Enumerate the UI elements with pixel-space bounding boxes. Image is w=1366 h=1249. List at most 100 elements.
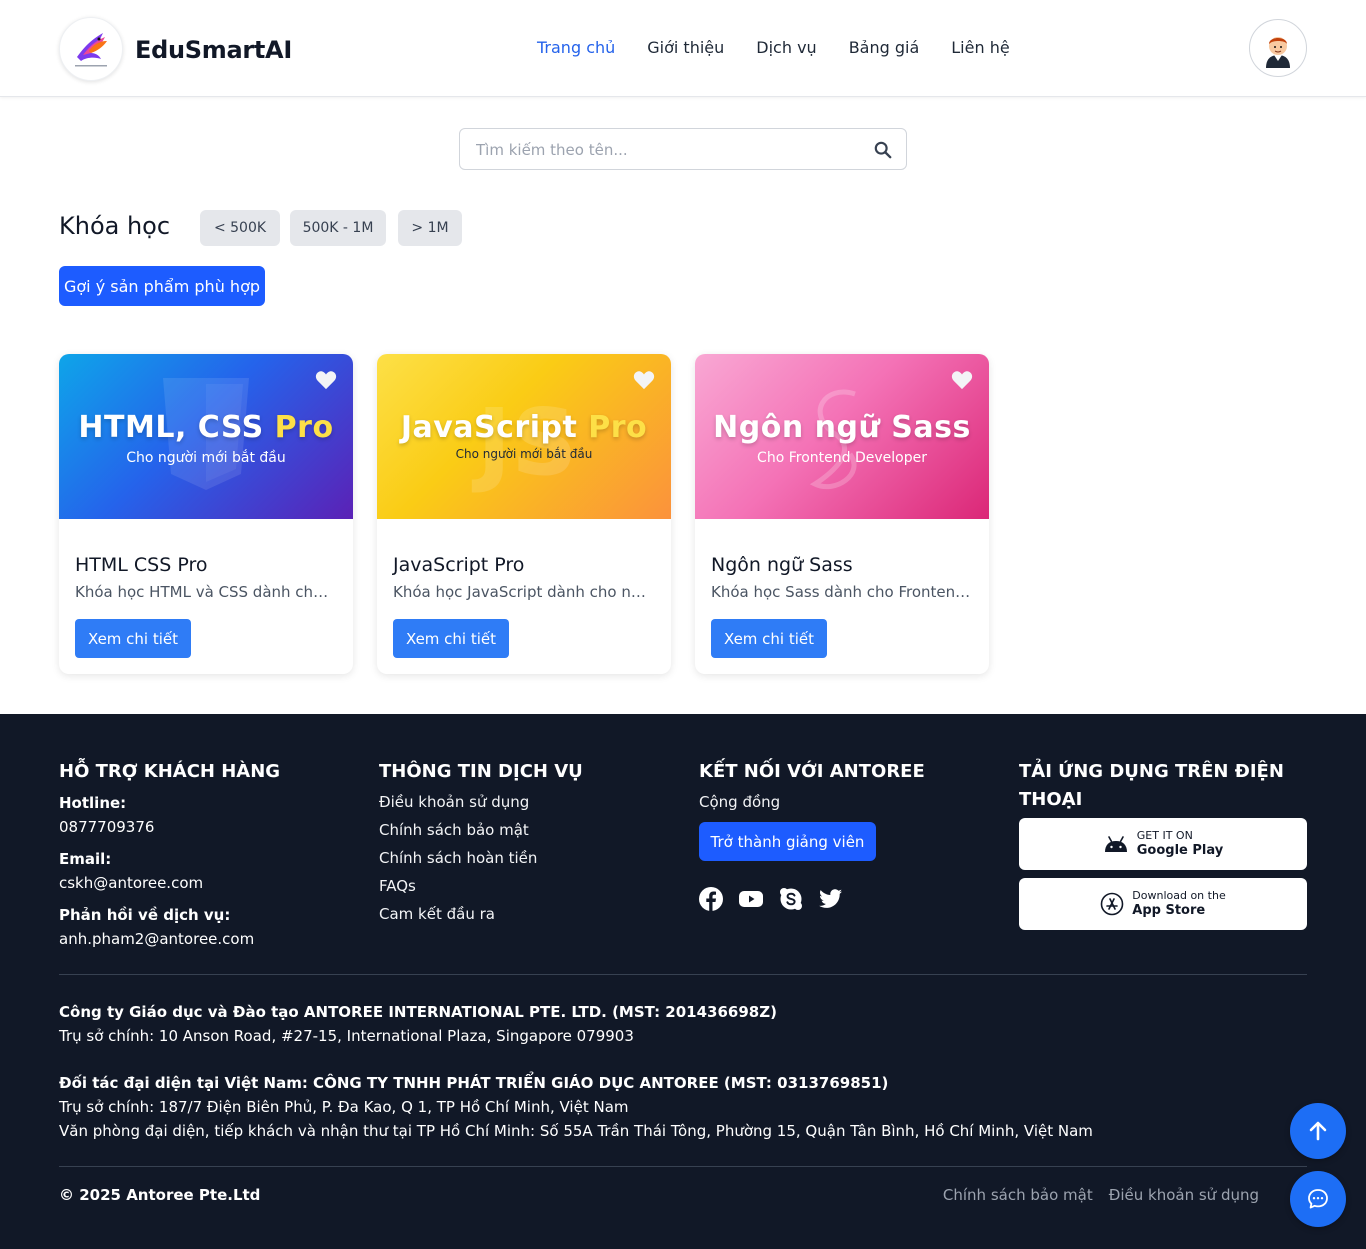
footer-connect: KẾT NỐI VỚI ANTOREE Cộng đồng Trở thành … bbox=[699, 758, 999, 911]
banner-title-text: JavaScript Pro bbox=[400, 410, 648, 445]
app-store-small: Download on the bbox=[1132, 889, 1226, 902]
feedback-label: Phản hồi về dịch vụ: bbox=[59, 906, 231, 924]
link-community[interactable]: Cộng đồng bbox=[699, 788, 999, 816]
view-details-button[interactable]: Xem chi tiết bbox=[75, 619, 191, 658]
banner-title-text: HTML, CSS Pro bbox=[78, 410, 334, 445]
link-faqs[interactable]: FAQs bbox=[379, 872, 679, 900]
view-details-button[interactable]: Xem chi tiết bbox=[393, 619, 509, 658]
search-input[interactable] bbox=[476, 139, 856, 161]
banner-title: Ngôn ngữ Sass bbox=[695, 410, 989, 445]
footer-connect-heading: KẾT NỐI VỚI ANTOREE bbox=[699, 761, 925, 782]
banner-title-text: Ngôn ngữ Sass bbox=[713, 410, 971, 445]
course-description: Khóa học HTML và CSS dành cho người mới … bbox=[75, 583, 337, 601]
banner-subtitle: Cho người mới bắt đầu bbox=[126, 450, 286, 466]
footer-service-heading: THÔNG TIN DỊCH VỤ bbox=[379, 761, 583, 782]
banner-title: JavaScript Pro bbox=[377, 410, 671, 445]
hotline-label: Hotline: bbox=[59, 794, 127, 812]
logo[interactable] bbox=[59, 17, 123, 81]
footer-bottom-links: Chính sách bảo mật Điều khoản sử dụng bbox=[943, 1186, 1259, 1204]
heart-icon[interactable] bbox=[951, 370, 973, 390]
google-play-button[interactable]: GET IT ON Google Play bbox=[1019, 818, 1307, 870]
course-title[interactable]: HTML CSS Pro bbox=[75, 554, 207, 576]
site-footer: HỖ TRỢ KHÁCH HÀNG Hotline: 0877709376 Em… bbox=[0, 714, 1366, 1249]
filter-500k-1m[interactable]: 500K - 1M bbox=[290, 210, 386, 246]
banner-subtitle: Cho người mới bắt đầu bbox=[455, 447, 593, 461]
chat-button[interactable] bbox=[1290, 1171, 1346, 1227]
search-icon[interactable] bbox=[874, 141, 892, 159]
course-title[interactable]: Ngôn ngữ Sass bbox=[711, 554, 853, 576]
link-refund[interactable]: Chính sách hoàn tiền bbox=[379, 844, 679, 872]
footer-apps-heading: TẢI ỨNG DỤNG TRÊN ĐIỆN THOẠI bbox=[1019, 761, 1284, 810]
arrow-up-icon bbox=[1309, 1121, 1327, 1141]
search-box bbox=[459, 128, 907, 170]
google-play-label: Google Play bbox=[1136, 843, 1224, 858]
footer-support: HỖ TRỢ KHÁCH HÀNG Hotline: 0877709376 Em… bbox=[59, 758, 359, 948]
banner-title-pro: Pro bbox=[274, 410, 334, 445]
nav-about[interactable]: Giới thiệu bbox=[647, 38, 724, 57]
filter-under-500k[interactable]: < 500K bbox=[200, 210, 280, 246]
bird-logo-icon bbox=[75, 33, 107, 67]
nav-pricing[interactable]: Bảng giá bbox=[849, 38, 920, 57]
footer-divider bbox=[59, 1166, 1307, 1167]
company-name: Công ty Giáo dục và Đào tạo ANTOREE INTE… bbox=[59, 1003, 777, 1021]
twitter-icon[interactable] bbox=[819, 887, 843, 911]
heart-icon[interactable] bbox=[315, 370, 337, 390]
main-nav: Trang chủ Giới thiệu Dịch vụ Bảng giá Li… bbox=[537, 38, 1042, 57]
course-description: Khóa học Sass dành cho Frontend Develope… bbox=[711, 583, 973, 601]
email-value[interactable]: cskh@antoree.com bbox=[59, 874, 359, 892]
company-info: Công ty Giáo dục và Đào tạo ANTOREE INTE… bbox=[59, 1000, 1093, 1143]
footer-apps: TẢI ỨNG DỤNG TRÊN ĐIỆN THOẠI GET IT ON G… bbox=[1019, 758, 1307, 930]
company-address: Trụ sở chính: 10 Anson Road, #27-15, Int… bbox=[59, 1027, 634, 1045]
link-commitment[interactable]: Cam kết đầu ra bbox=[379, 900, 679, 928]
vn-partner: Đối tác đại diện tại Việt Nam: CÔNG TY T… bbox=[59, 1074, 889, 1092]
courses-heading: Khóa học bbox=[59, 212, 171, 240]
filter-over-1m[interactable]: > 1M bbox=[398, 210, 462, 246]
link-privacy[interactable]: Chính sách bảo mật bbox=[379, 816, 679, 844]
heart-icon[interactable] bbox=[633, 370, 655, 390]
social-links bbox=[699, 887, 999, 911]
hotline-value[interactable]: 0877709376 bbox=[59, 818, 359, 836]
bottom-link-terms[interactable]: Điều khoản sử dụng bbox=[1109, 1186, 1259, 1204]
android-icon bbox=[1104, 836, 1127, 852]
vn-office: Văn phòng đại diện, tiếp khách và nhận t… bbox=[59, 1122, 1093, 1140]
site-header: EduSmartAI Trang chủ Giới thiệu Dịch vụ … bbox=[0, 0, 1366, 97]
vn-address: Trụ sở chính: 187/7 Điện Biên Phủ, P. Đa… bbox=[59, 1098, 629, 1116]
youtube-icon[interactable] bbox=[739, 887, 763, 911]
course-banner[interactable]: Ngôn ngữ Sass Cho Frontend Developer bbox=[695, 354, 989, 519]
nav-services[interactable]: Dịch vụ bbox=[756, 38, 816, 57]
course-card: HTML, CSS Pro Cho người mới bắt đầu HTML… bbox=[59, 354, 353, 674]
scroll-top-button[interactable] bbox=[1290, 1103, 1346, 1159]
view-details-button[interactable]: Xem chi tiết bbox=[711, 619, 827, 658]
course-banner[interactable]: JS JavaScript Pro Cho người mới bắt đầu bbox=[377, 354, 671, 519]
skype-icon[interactable] bbox=[779, 887, 803, 911]
suggest-products-button[interactable]: Gợi ý sản phẩm phù hợp bbox=[59, 266, 265, 306]
copyright: © 2025 Antoree Pte.Ltd bbox=[59, 1186, 261, 1204]
bottom-link-privacy[interactable]: Chính sách bảo mật bbox=[943, 1186, 1093, 1204]
feedback-email[interactable]: anh.pham2@antoree.com bbox=[59, 930, 359, 948]
footer-service: THÔNG TIN DỊCH VỤ Điều khoản sử dụng Chí… bbox=[379, 758, 679, 928]
course-card: JS JavaScript Pro Cho người mới bắt đầu … bbox=[377, 354, 671, 674]
course-card: Ngôn ngữ Sass Cho Frontend Developer Ngô… bbox=[695, 354, 989, 674]
course-description: Khóa học JavaScript dành cho người mới b… bbox=[393, 583, 655, 601]
banner-subtitle: Cho Frontend Developer bbox=[757, 450, 927, 466]
chat-icon bbox=[1308, 1189, 1328, 1209]
google-play-small: GET IT ON bbox=[1136, 829, 1193, 842]
nav-home[interactable]: Trang chủ bbox=[537, 38, 615, 57]
become-teacher-button[interactable]: Trở thành giảng viên bbox=[699, 822, 876, 861]
facebook-icon[interactable] bbox=[699, 887, 723, 911]
link-terms[interactable]: Điều khoản sử dụng bbox=[379, 788, 679, 816]
banner-title: HTML, CSS Pro bbox=[59, 410, 353, 445]
footer-divider bbox=[59, 974, 1307, 975]
avatar-icon bbox=[1266, 37, 1290, 68]
brand-name[interactable]: EduSmartAI bbox=[135, 36, 292, 64]
nav-contact[interactable]: Liên hệ bbox=[951, 38, 1009, 57]
user-avatar[interactable] bbox=[1249, 19, 1307, 77]
course-banner[interactable]: HTML, CSS Pro Cho người mới bắt đầu bbox=[59, 354, 353, 519]
app-store-button[interactable]: Download on the App Store bbox=[1019, 878, 1307, 930]
app-store-label: App Store bbox=[1132, 903, 1206, 918]
banner-title-pro: Pro bbox=[588, 410, 648, 445]
app-store-icon bbox=[1100, 892, 1124, 916]
footer-support-heading: HỖ TRỢ KHÁCH HÀNG bbox=[59, 761, 281, 782]
email-label: Email: bbox=[59, 850, 112, 868]
course-title[interactable]: JavaScript Pro bbox=[393, 554, 524, 576]
